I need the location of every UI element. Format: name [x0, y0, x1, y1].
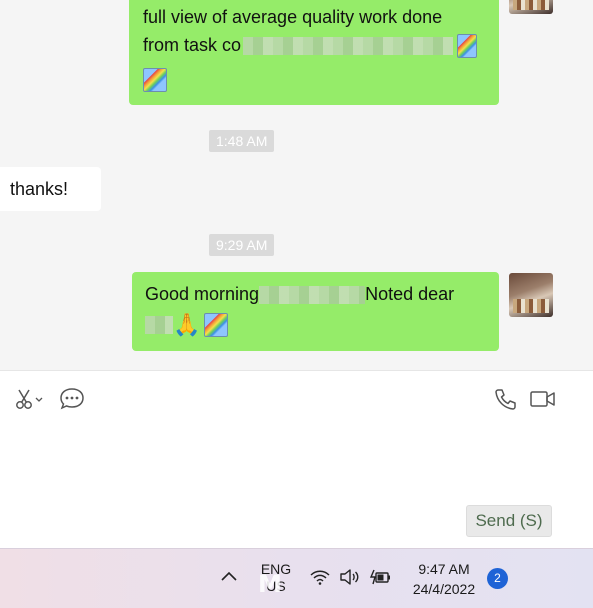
message-text-fragment: Good morning	[145, 284, 260, 304]
avatar[interactable]	[509, 0, 553, 14]
message-text-line: Good morning Noted dear	[145, 280, 487, 308]
chevron-up-icon[interactable]	[220, 569, 238, 588]
notification-badge[interactable]: 2	[487, 568, 508, 589]
speaker-icon[interactable]	[339, 568, 361, 591]
watermark-logo-icon: M	[258, 570, 282, 598]
chat-area: full view of average quality work done f…	[0, 0, 593, 370]
message-text-line: full view of average quality work done	[143, 7, 443, 27]
redacted-text	[145, 316, 173, 335]
message-bubble-incoming[interactable]: thanks!	[0, 167, 101, 211]
phone-icon[interactable]	[494, 388, 516, 415]
battery-charging-icon[interactable]	[368, 568, 392, 591]
message-text-fragment: from task co	[143, 35, 242, 55]
clock[interactable]: 9:47 AM 24/4/2022	[406, 559, 482, 599]
praying-hands-emoji-icon: 🙏	[173, 312, 201, 338]
rainbow-emoji-icon	[143, 68, 167, 93]
message-bubble-outgoing[interactable]: Good morning Noted dear 🙏	[132, 272, 499, 351]
rainbow-emoji-icon	[457, 34, 478, 59]
redacted-text	[259, 286, 366, 305]
clock-time: 9:47 AM	[418, 561, 470, 577]
message-bubble-outgoing[interactable]: full view of average quality work done f…	[129, 0, 499, 105]
redacted-text	[243, 37, 454, 56]
rainbow-emoji-icon	[204, 313, 229, 338]
message-emoji-line	[143, 65, 485, 93]
send-button[interactable]: Send (S)	[466, 505, 552, 537]
video-call-icon[interactable]	[530, 390, 556, 413]
clock-date: 24/4/2022	[412, 581, 476, 597]
message-text: thanks!	[10, 179, 69, 199]
message-emoji-line: 🙏	[145, 310, 487, 338]
message-text-fragment: Noted dear	[365, 284, 455, 304]
message-text-line: from task co	[143, 31, 485, 59]
message-timestamp: 9:29 AM	[209, 234, 275, 256]
scissors-icon[interactable]	[14, 387, 44, 416]
message-timestamp: 1:48 AM	[209, 130, 275, 152]
avatar[interactable]	[509, 273, 553, 317]
wifi-icon[interactable]	[309, 568, 331, 591]
chat-bubble-icon[interactable]	[59, 387, 85, 416]
